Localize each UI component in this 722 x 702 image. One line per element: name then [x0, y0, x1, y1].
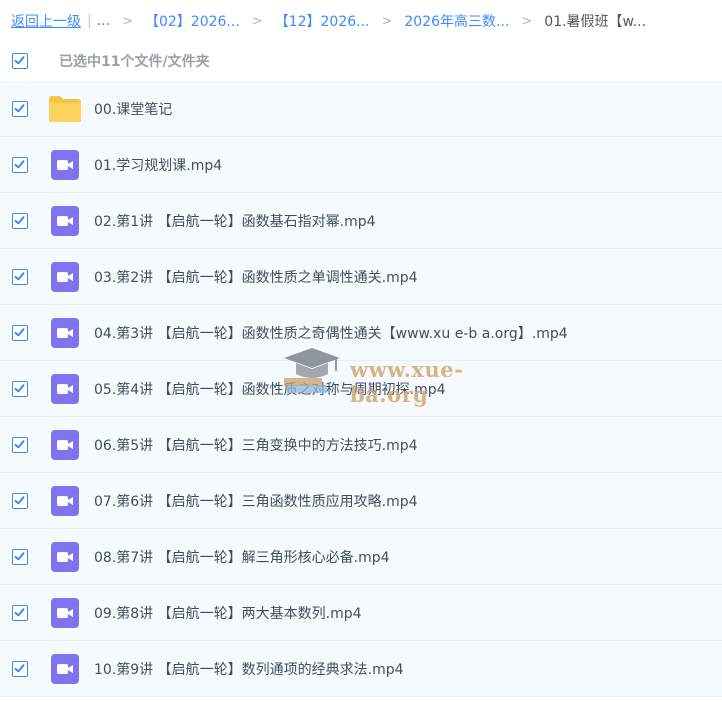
file-checkbox[interactable]	[12, 380, 28, 397]
file-row[interactable]: 08.第7讲 【启航一轮】解三角形核心必备.mp4	[0, 529, 722, 585]
breadcrumb-divider: |	[87, 13, 92, 29]
file-name[interactable]: 10.第9讲 【启航一轮】数列通项的经典求法.mp4	[94, 659, 404, 679]
check-icon	[14, 327, 25, 336]
file-row[interactable]: 03.第2讲 【启航一轮】函数性质之单调性通关.mp4	[0, 249, 722, 305]
file-row[interactable]: 05.第4讲 【启航一轮】函数性质之对称与周期初探.mp4	[0, 361, 722, 417]
file-row[interactable]: 10.第9讲 【启航一轮】数列通项的经典求法.mp4	[0, 641, 722, 697]
file-checkbox[interactable]	[12, 268, 28, 285]
video-icon	[48, 316, 82, 350]
video-icon	[48, 596, 82, 630]
check-icon	[14, 103, 25, 112]
video-icon	[48, 540, 82, 574]
breadcrumb-separator: >	[381, 13, 393, 29]
video-icon	[48, 204, 82, 238]
check-icon	[14, 495, 25, 504]
check-icon	[14, 607, 25, 616]
file-name[interactable]: 07.第6讲 【启航一轮】三角函数性质应用攻略.mp4	[94, 491, 418, 511]
file-name[interactable]: 03.第2讲 【启航一轮】函数性质之单调性通关.mp4	[94, 267, 418, 287]
file-browser: 返回上一级 | ... > 【02】2026... > 【12】2026... …	[0, 0, 722, 702]
file-checkbox[interactable]	[12, 324, 28, 341]
file-checkbox[interactable]	[12, 604, 28, 621]
back-link[interactable]: 返回上一级	[11, 11, 81, 31]
breadcrumb-item-1[interactable]: 【02】2026...	[145, 11, 240, 31]
breadcrumb-current: 01.暑假班【w...	[544, 14, 647, 30]
video-icon	[48, 372, 82, 406]
file-name[interactable]: 06.第5讲 【启航一轮】三角变换中的方法技巧.mp4	[94, 435, 418, 455]
check-icon	[14, 159, 25, 168]
file-name[interactable]: 08.第7讲 【启航一轮】解三角形核心必备.mp4	[94, 547, 390, 567]
check-icon	[14, 56, 25, 65]
file-checkbox[interactable]	[12, 436, 28, 453]
file-row[interactable]: 04.第3讲 【启航一轮】函数性质之奇偶性通关【www.xu e-b a.org…	[0, 305, 722, 361]
file-name[interactable]: 05.第4讲 【启航一轮】函数性质之对称与周期初探.mp4	[94, 379, 446, 399]
file-checkbox[interactable]	[12, 156, 28, 173]
folder-icon	[48, 92, 82, 126]
file-name[interactable]: 01.学习规划课.mp4	[94, 155, 222, 175]
file-checkbox[interactable]	[12, 212, 28, 229]
file-name[interactable]: 02.第1讲 【启航一轮】函数基石指对幂.mp4	[94, 211, 376, 231]
file-row[interactable]: 01.学习规划课.mp4	[0, 137, 722, 193]
check-icon	[14, 551, 25, 560]
video-icon	[48, 260, 82, 294]
file-checkbox[interactable]	[12, 492, 28, 509]
file-row[interactable]: 07.第6讲 【启航一轮】三角函数性质应用攻略.mp4	[0, 473, 722, 529]
check-icon	[14, 271, 25, 280]
check-icon	[14, 215, 25, 224]
file-checkbox[interactable]	[12, 100, 28, 117]
breadcrumb-separator: >	[122, 13, 133, 29]
file-name[interactable]: 00.课堂笔记	[94, 99, 172, 119]
selection-header: 已选中11个文件/文件夹	[0, 42, 722, 80]
file-list: 00.课堂笔记 01.学习规划课.mp4 02.第1讲 【启航一轮】函数基石指对幂.…	[0, 81, 722, 697]
file-row[interactable]: 06.第5讲 【启航一轮】三角变换中的方法技巧.mp4	[0, 417, 722, 473]
breadcrumb-separator: >	[521, 13, 533, 29]
video-icon	[48, 428, 82, 462]
file-name[interactable]: 04.第3讲 【启航一轮】函数性质之奇偶性通关【www.xu e-b a.org…	[94, 323, 568, 343]
select-all-checkbox[interactable]	[12, 53, 28, 69]
check-icon	[14, 383, 25, 392]
breadcrumb-separator: >	[251, 13, 263, 29]
breadcrumb-item-3[interactable]: 2026年高三数...	[404, 11, 509, 31]
breadcrumb: 返回上一级 | ... > 【02】2026... > 【12】2026... …	[0, 0, 722, 42]
file-row[interactable]: 09.第8讲 【启航一轮】两大基本数列.mp4	[0, 585, 722, 641]
file-checkbox[interactable]	[12, 548, 28, 565]
video-icon	[48, 484, 82, 518]
breadcrumb-item-2[interactable]: 【12】2026...	[275, 11, 370, 31]
breadcrumb-ellipsis[interactable]: ...	[97, 13, 110, 29]
video-icon	[48, 652, 82, 686]
selection-count-text: 已选中11个文件/文件夹	[59, 54, 210, 70]
file-row[interactable]: 02.第1讲 【启航一轮】函数基石指对幂.mp4	[0, 193, 722, 249]
file-name[interactable]: 09.第8讲 【启航一轮】两大基本数列.mp4	[94, 603, 362, 623]
check-icon	[14, 663, 25, 672]
file-row[interactable]: 00.课堂笔记	[0, 81, 722, 137]
check-icon	[14, 439, 25, 448]
file-checkbox[interactable]	[12, 660, 28, 677]
video-icon	[48, 148, 82, 182]
